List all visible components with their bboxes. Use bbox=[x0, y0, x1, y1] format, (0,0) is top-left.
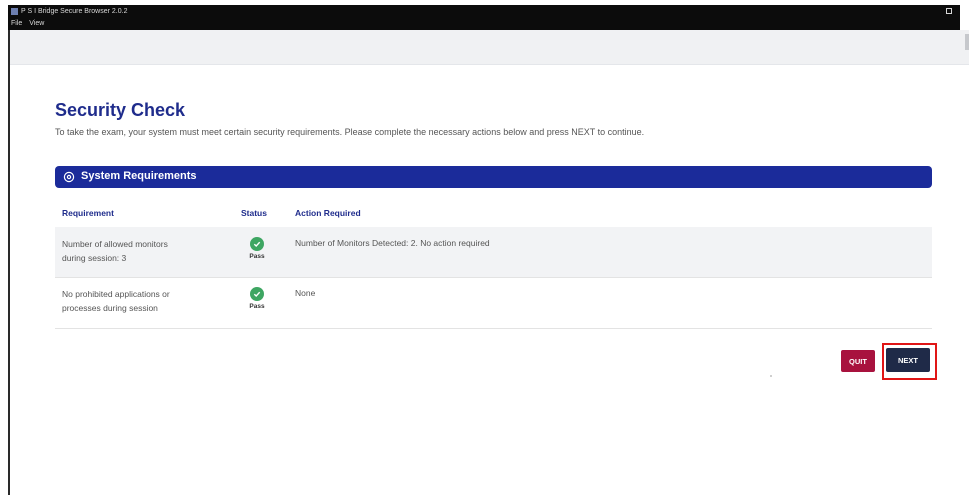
window-title: P S I Bridge Secure Browser 2.0.2 bbox=[21, 8, 128, 15]
menu-file[interactable]: File bbox=[11, 18, 22, 30]
menu-view[interactable]: View bbox=[29, 18, 44, 30]
window-titlebar: P S I Bridge Secure Browser 2.0.2 bbox=[8, 5, 960, 18]
system-requirements-header: System Requirements bbox=[55, 166, 932, 188]
requirement-line: processes during session bbox=[62, 303, 158, 313]
check-circle-icon bbox=[250, 287, 264, 301]
next-button[interactable]: NEXT bbox=[886, 348, 930, 372]
requirement-line: No prohibited applications or bbox=[62, 289, 170, 299]
column-header-requirement: Requirement bbox=[62, 208, 114, 218]
page-title: Security Check bbox=[55, 100, 186, 120]
section-title: System Requirements bbox=[81, 170, 197, 182]
decorative-dot bbox=[770, 375, 772, 377]
requirement-line: Number of allowed monitors bbox=[62, 239, 168, 249]
scrollbar[interactable] bbox=[965, 34, 969, 50]
table-row: Number of allowed monitors during sessio… bbox=[55, 227, 932, 278]
intro-text: To take the exam, your system must meet … bbox=[55, 127, 645, 137]
column-header-status: Status bbox=[241, 208, 267, 218]
table-row: No prohibited applications or processes … bbox=[55, 278, 932, 329]
restore-window-icon[interactable] bbox=[946, 8, 952, 14]
check-circle-icon bbox=[250, 237, 264, 251]
gear-icon bbox=[63, 171, 75, 183]
status-label: Pass bbox=[249, 253, 265, 260]
status-cell: Pass bbox=[245, 237, 269, 260]
action-cell: Number of Monitors Detected: 2. No actio… bbox=[295, 238, 490, 248]
app-icon bbox=[11, 8, 18, 15]
menu-bar: File View bbox=[8, 18, 960, 30]
column-header-action: Action Required bbox=[295, 208, 361, 218]
status-cell: Pass bbox=[245, 287, 269, 310]
quit-button[interactable]: QUIT bbox=[841, 350, 875, 372]
requirement-cell: Number of allowed monitors during sessio… bbox=[62, 237, 212, 265]
status-label: Pass bbox=[249, 303, 265, 310]
requirement-line: during session: 3 bbox=[62, 253, 127, 263]
requirement-cell: No prohibited applications or processes … bbox=[62, 287, 212, 315]
action-cell: None bbox=[295, 288, 316, 298]
browser-toolbar bbox=[10, 30, 969, 65]
